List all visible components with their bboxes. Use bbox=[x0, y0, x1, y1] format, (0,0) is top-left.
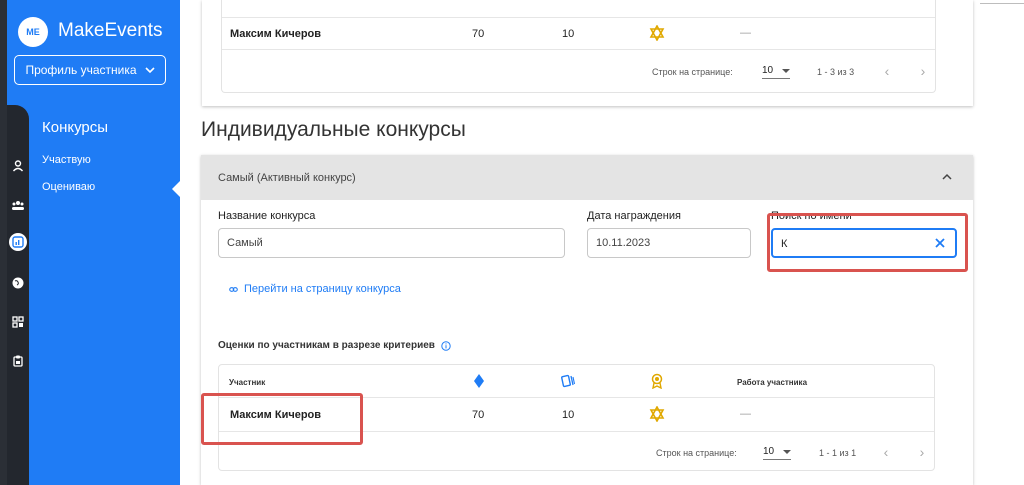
participant-work: — bbox=[740, 27, 751, 39]
prev-page-icon[interactable]: ‹ bbox=[879, 63, 895, 79]
clipboard-icon[interactable] bbox=[7, 350, 29, 372]
page-range: 1 - 3 из 3 bbox=[817, 67, 855, 77]
nav-item-evaluating[interactable]: Оцениваю bbox=[42, 181, 95, 193]
caret-down-icon bbox=[782, 69, 790, 73]
diamond-icon bbox=[474, 374, 484, 388]
pagination: Строк на странице: 10 1 - 3 из 3 ‹ › bbox=[222, 52, 935, 92]
chart-icon[interactable] bbox=[9, 233, 27, 251]
window-edge bbox=[0, 0, 7, 485]
globe-icon[interactable] bbox=[7, 272, 29, 294]
page-range: 1 - 1 из 1 bbox=[819, 448, 857, 458]
previous-contest-card: Максим Кичеров 70 10 — Строк на странице… bbox=[202, 0, 973, 106]
next-page-icon[interactable]: › bbox=[914, 444, 930, 460]
section-title: Индивидуальные конкурсы bbox=[201, 118, 466, 141]
grid-icon[interactable] bbox=[7, 311, 29, 333]
score-criterion-2: 10 bbox=[562, 28, 575, 40]
rows-per-page-label: Строк на странице: bbox=[652, 67, 733, 77]
rows-per-page-select[interactable]: 10 bbox=[763, 446, 791, 460]
user-icon[interactable] bbox=[7, 155, 29, 177]
participant-work: — bbox=[740, 408, 751, 420]
score-criterion-1: 70 bbox=[472, 409, 485, 421]
accordion-header[interactable]: Самый (Активный конкурс) bbox=[201, 155, 973, 200]
rows-per-page-select[interactable]: 10 bbox=[762, 65, 790, 79]
score-criterion-1: 70 bbox=[472, 28, 485, 40]
prev-page-icon[interactable]: ‹ bbox=[878, 444, 894, 460]
table-row: Максим Кичеров 70 10 — bbox=[222, 17, 935, 50]
award-date-field[interactable]: 10.11.2023 bbox=[587, 228, 751, 258]
group-icon[interactable] bbox=[7, 194, 29, 216]
brand-name: MakeEvents bbox=[58, 20, 163, 41]
accordion-title: Самый (Активный конкурс) bbox=[218, 172, 356, 184]
highlight-box-search bbox=[767, 213, 968, 272]
rows-per-page-value: 10 bbox=[763, 446, 775, 457]
award-medal-icon bbox=[651, 373, 663, 389]
contest-name-label: Название конкурса bbox=[218, 210, 316, 222]
award-date-label: Дата награждения bbox=[587, 210, 681, 222]
caret-down-icon bbox=[783, 450, 791, 454]
contest-name-field[interactable]: Самый bbox=[218, 228, 565, 258]
highlight-box-participant bbox=[201, 393, 363, 445]
star-of-david-icon bbox=[649, 406, 665, 422]
contest-page-link[interactable]: Перейти на страницу конкурса bbox=[229, 283, 401, 295]
nav-active-indicator bbox=[172, 181, 180, 197]
scores-title: Оценки по участникам в разрезе критериев bbox=[218, 340, 451, 351]
rows-per-page-value: 10 bbox=[762, 65, 774, 76]
participant-name: Максим Кичеров bbox=[230, 28, 322, 40]
cards-icon bbox=[561, 374, 576, 388]
profile-dropdown-button[interactable]: Профиль участника bbox=[14, 55, 166, 85]
info-icon[interactable] bbox=[441, 340, 451, 351]
nav-section-contests[interactable]: Конкурсы bbox=[42, 119, 108, 136]
logo: ME bbox=[18, 17, 48, 47]
profile-button-label: Профиль участника bbox=[25, 63, 137, 77]
top-divider bbox=[980, 3, 1024, 4]
previous-results-table: Максим Кичеров 70 10 — Строк на странице… bbox=[221, 0, 936, 93]
column-participant: Участник bbox=[229, 378, 266, 387]
chevron-down-icon bbox=[144, 67, 155, 74]
icon-rail bbox=[7, 105, 29, 485]
link-icon bbox=[229, 286, 238, 292]
star-of-david-icon bbox=[649, 25, 665, 41]
contest-page-link-text: Перейти на страницу конкурса bbox=[244, 283, 401, 295]
next-page-icon[interactable]: › bbox=[915, 63, 931, 79]
scores-title-text: Оценки по участникам в разрезе критериев bbox=[218, 340, 435, 351]
chevron-up-icon[interactable] bbox=[941, 172, 953, 182]
column-participant-work: Работа участника bbox=[737, 378, 808, 387]
nav-item-participating[interactable]: Участвую bbox=[42, 154, 91, 166]
rows-per-page-label: Строк на странице: bbox=[656, 448, 737, 458]
score-criterion-2: 10 bbox=[562, 409, 575, 421]
